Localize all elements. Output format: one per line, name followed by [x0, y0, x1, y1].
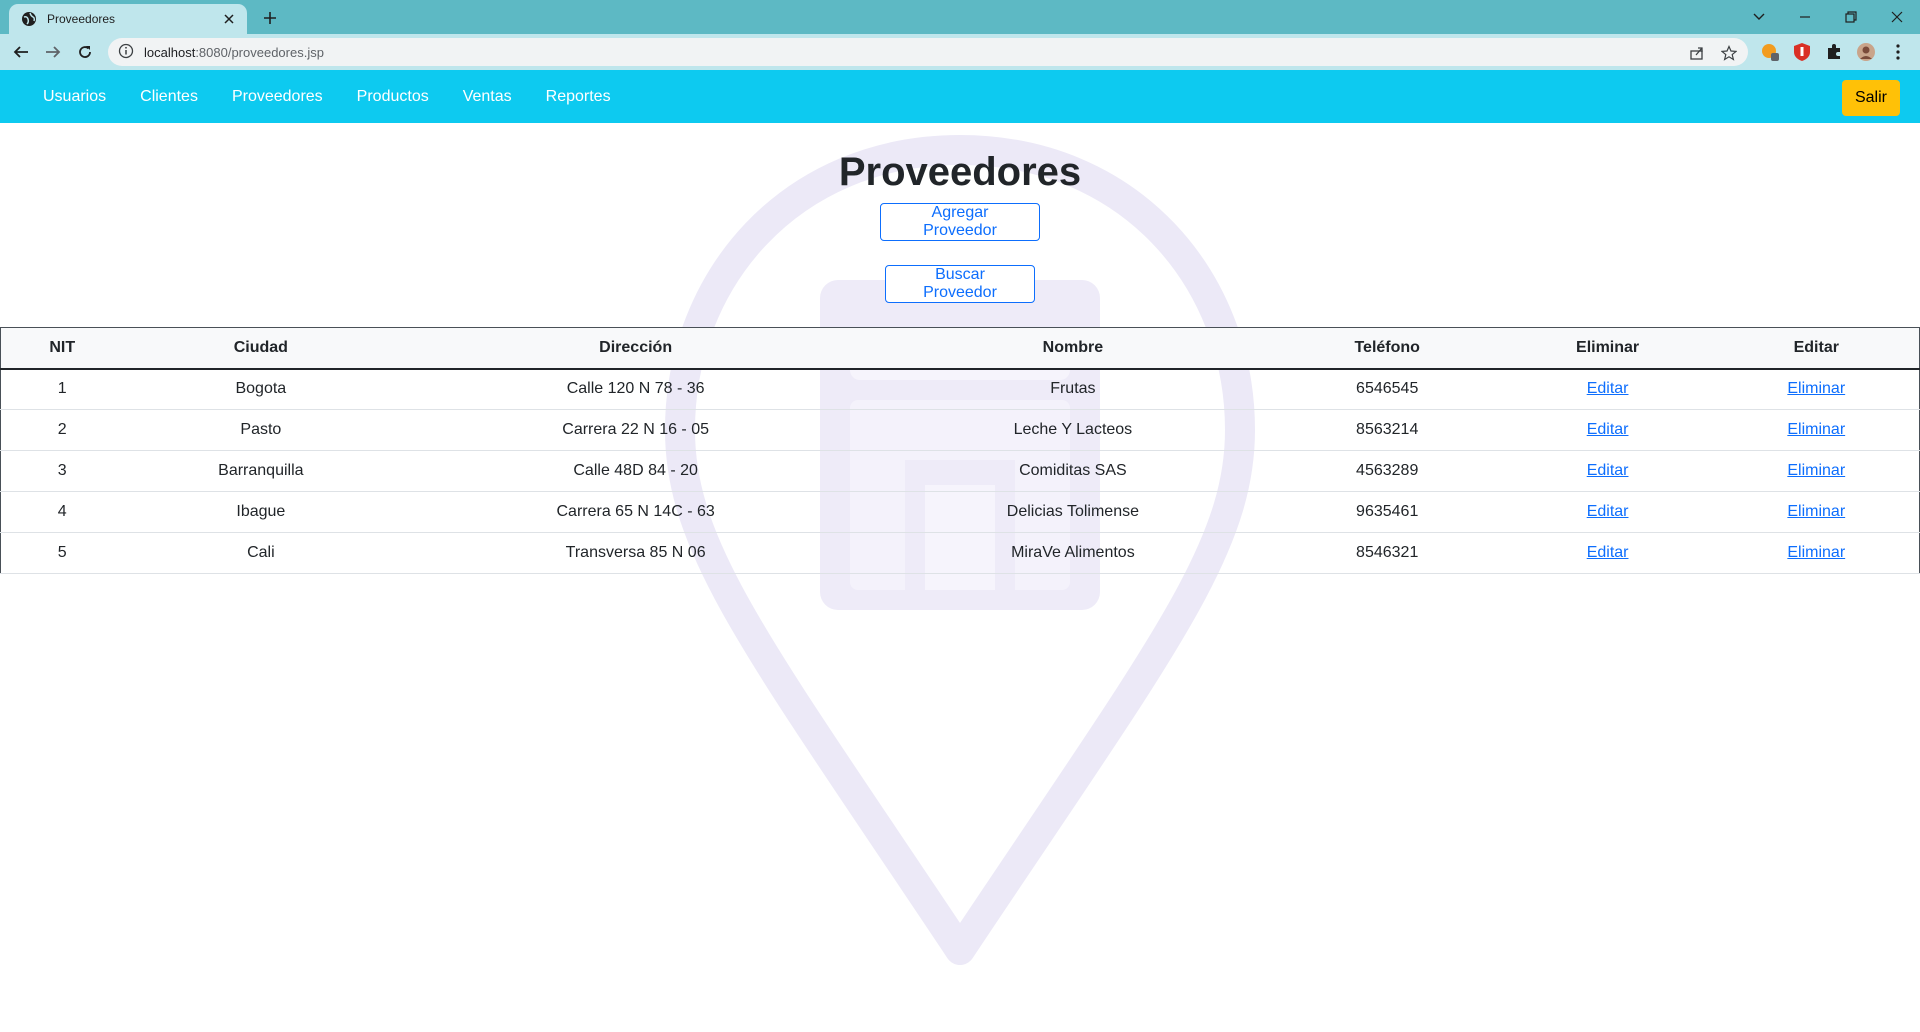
- cell-nombre: Leche Y Lacteos: [873, 409, 1273, 451]
- profile-avatar-icon[interactable]: [1856, 42, 1876, 62]
- share-icon[interactable]: [1688, 44, 1706, 62]
- table-row: 5 Cali Transversa 85 N 06 MiraVe Aliment…: [0, 532, 1920, 574]
- cell-telefono: 4563289: [1272, 450, 1502, 492]
- forward-arrow-icon[interactable]: [42, 41, 64, 63]
- delete-link[interactable]: Eliminar: [1787, 462, 1845, 479]
- nav-clientes[interactable]: Clientes: [134, 80, 204, 114]
- cell-direccion: Calle 48D 84 - 20: [398, 450, 873, 492]
- edit-link[interactable]: Editar: [1587, 421, 1629, 438]
- cell-telefono: 9635461: [1272, 491, 1502, 533]
- main-navbar: Usuarios Clientes Proveedores Productos …: [0, 70, 1920, 123]
- cell-eliminar-col: Editar: [1501, 450, 1714, 492]
- table-header-row: NIT Ciudad Dirección Nombre Teléfono Eli…: [0, 327, 1920, 370]
- puzzle-extensions-icon[interactable]: [1824, 42, 1844, 62]
- edit-link[interactable]: Editar: [1587, 380, 1629, 397]
- bookmark-star-icon[interactable]: [1720, 44, 1738, 62]
- nav-proveedores[interactable]: Proveedores: [226, 80, 329, 114]
- cell-editar-col: Eliminar: [1713, 409, 1920, 451]
- cell-eliminar-col: Editar: [1501, 532, 1714, 574]
- header-direccion: Dirección: [398, 327, 873, 370]
- edit-link[interactable]: Editar: [1587, 503, 1629, 520]
- delete-link[interactable]: Eliminar: [1787, 503, 1845, 520]
- header-telefono: Teléfono: [1272, 327, 1502, 370]
- cell-telefono: 6546545: [1272, 368, 1502, 410]
- header-ciudad: Ciudad: [123, 327, 399, 370]
- table-row: 1 Bogota Calle 120 N 78 - 36 Frutas 6546…: [0, 368, 1920, 410]
- cell-nit: 4: [0, 491, 124, 533]
- cell-nombre: Comiditas SAS: [873, 450, 1273, 492]
- url-text: localhost:8080/proveedores.jsp: [144, 45, 324, 60]
- menu-kebab-icon[interactable]: [1888, 42, 1908, 62]
- cell-eliminar-col: Editar: [1501, 368, 1714, 410]
- header-editar: Editar: [1713, 327, 1920, 370]
- delete-link[interactable]: Eliminar: [1787, 544, 1845, 561]
- header-nit: NIT: [0, 327, 124, 370]
- minimize-icon[interactable]: [1794, 6, 1816, 28]
- cell-nit: 3: [0, 450, 124, 492]
- delete-link[interactable]: Eliminar: [1787, 421, 1845, 438]
- cell-eliminar-col: Editar: [1501, 409, 1714, 451]
- edit-link[interactable]: Editar: [1587, 544, 1629, 561]
- window-close-icon[interactable]: [1886, 6, 1908, 28]
- cell-nit: 1: [0, 368, 124, 410]
- reload-icon[interactable]: [74, 41, 96, 63]
- cell-direccion: Carrera 65 N 14C - 63: [398, 491, 873, 533]
- edit-link[interactable]: Editar: [1587, 462, 1629, 479]
- cell-direccion: Calle 120 N 78 - 36: [398, 368, 873, 410]
- header-nombre: Nombre: [873, 327, 1273, 370]
- info-icon[interactable]: [118, 43, 136, 61]
- address-bar[interactable]: localhost:8080/proveedores.jsp: [108, 38, 1748, 66]
- cell-telefono: 8546321: [1272, 532, 1502, 574]
- close-icon[interactable]: [221, 11, 237, 27]
- page-title: Proveedores: [838, 150, 1082, 194]
- delete-link[interactable]: Eliminar: [1787, 380, 1845, 397]
- cell-ciudad: Ibague: [123, 491, 399, 533]
- url-path: :8080/proveedores.jsp: [195, 44, 324, 60]
- cell-editar-col: Eliminar: [1713, 491, 1920, 533]
- back-arrow-icon[interactable]: [10, 41, 32, 63]
- cell-direccion: Carrera 22 N 16 - 05: [398, 409, 873, 451]
- cell-nombre: MiraVe Alimentos: [873, 532, 1273, 574]
- browser-toolbar: localhost:8080/proveedores.jsp: [0, 34, 1920, 70]
- tab-title: Proveedores: [47, 12, 116, 26]
- logout-button[interactable]: Salir: [1841, 80, 1900, 116]
- nav-reportes[interactable]: Reportes: [540, 80, 617, 114]
- cell-nombre: Frutas: [873, 368, 1273, 410]
- cell-editar-col: Eliminar: [1713, 532, 1920, 574]
- tab-search-chevron-icon[interactable]: [1748, 6, 1770, 28]
- search-supplier-button[interactable]: Buscar Proveedor: [885, 265, 1035, 303]
- cell-telefono: 8563214: [1272, 409, 1502, 451]
- cell-editar-col: Eliminar: [1713, 450, 1920, 492]
- cell-nit: 5: [0, 532, 124, 574]
- cell-ciudad: Cali: [123, 532, 399, 574]
- nav-productos[interactable]: Productos: [351, 80, 435, 114]
- cell-eliminar-col: Editar: [1501, 491, 1714, 533]
- cell-ciudad: Pasto: [123, 409, 399, 451]
- cell-direccion: Transversa 85 N 06: [398, 532, 873, 574]
- cell-editar-col: Eliminar: [1713, 368, 1920, 410]
- extension-badge-icon[interactable]: [1760, 42, 1780, 62]
- suppliers-table: NIT Ciudad Dirección Nombre Teléfono Eli…: [0, 327, 1920, 574]
- cell-ciudad: Barranquilla: [123, 450, 399, 492]
- table-row: 3 Barranquilla Calle 48D 84 - 20 Comidit…: [0, 450, 1920, 492]
- globe-icon: [21, 11, 37, 27]
- add-supplier-button[interactable]: Agregar Proveedor: [880, 203, 1040, 241]
- table-row: 4 Ibague Carrera 65 N 14C - 63 Delicias …: [0, 491, 1920, 533]
- shield-extension-icon[interactable]: [1792, 42, 1812, 62]
- nav-ventas[interactable]: Ventas: [457, 80, 518, 114]
- header-eliminar: Eliminar: [1501, 327, 1714, 370]
- cell-nombre: Delicias Tolimense: [873, 491, 1273, 533]
- cell-nit: 2: [0, 409, 124, 451]
- new-tab-plus-icon[interactable]: [260, 8, 280, 28]
- restore-icon[interactable]: [1840, 6, 1862, 28]
- browser-tabstrip: Proveedores: [0, 0, 1920, 34]
- table-row: 2 Pasto Carrera 22 N 16 - 05 Leche Y Lac…: [0, 409, 1920, 451]
- nav-usuarios[interactable]: Usuarios: [37, 80, 112, 114]
- browser-tab[interactable]: Proveedores: [9, 4, 247, 34]
- cell-ciudad: Bogota: [123, 368, 399, 410]
- url-host: localhost: [144, 44, 196, 60]
